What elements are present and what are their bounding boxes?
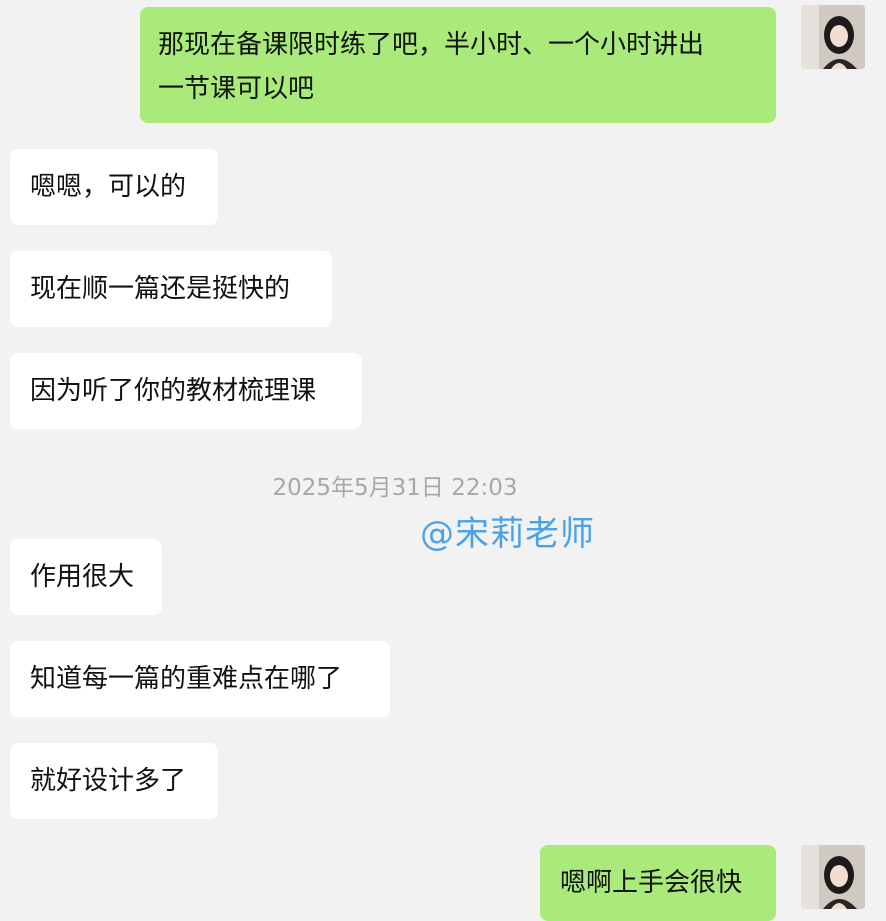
user-avatar[interactable] <box>801 845 865 909</box>
message-text: 嗯嗯，可以的 <box>30 172 187 202</box>
outgoing-message-bubble[interactable]: 嗯啊上手会很快 <box>540 845 776 921</box>
message-text: 那现在备课限时练了吧，半小时、一个小时讲出 <box>158 30 705 60</box>
user-avatar[interactable] <box>801 5 865 69</box>
message-text: 因为听了你的教材梳理课 <box>30 376 317 406</box>
incoming-message-bubble[interactable]: 现在顺一篇还是挺快的 <box>10 251 332 327</box>
author-watermark: @宋莉老师 <box>420 514 595 554</box>
incoming-message-bubble[interactable]: 就好设计多了 <box>10 743 218 819</box>
incoming-message-bubble[interactable]: 知道每一篇的重难点在哪了 <box>10 641 390 717</box>
incoming-message-bubble[interactable]: 作用很大 <box>10 539 162 615</box>
incoming-message-bubble[interactable]: 因为听了你的教材梳理课 <box>10 353 362 429</box>
message-timestamp: 2025年5月31日 22:03 <box>272 475 518 501</box>
message-text: 嗯啊上手会很快 <box>560 868 743 898</box>
message-text: 现在顺一篇还是挺快的 <box>30 274 291 304</box>
message-text: 就好设计多了 <box>30 766 187 796</box>
message-text: 一节课可以吧 <box>158 74 315 104</box>
message-text: 知道每一篇的重难点在哪了 <box>30 664 343 694</box>
avatar-portrait-icon <box>801 5 865 69</box>
outgoing-message-bubble[interactable]: 那现在备课限时练了吧，半小时、一个小时讲出 一节课可以吧 <box>140 7 776 123</box>
avatar-portrait-icon <box>801 845 865 909</box>
incoming-message-bubble[interactable]: 嗯嗯，可以的 <box>10 149 218 225</box>
message-text: 作用很大 <box>30 562 135 592</box>
chat-area[interactable]: 那现在备课限时练了吧，半小时、一个小时讲出 一节课可以吧 嗯嗯，可以的 现在顺一… <box>0 0 886 921</box>
